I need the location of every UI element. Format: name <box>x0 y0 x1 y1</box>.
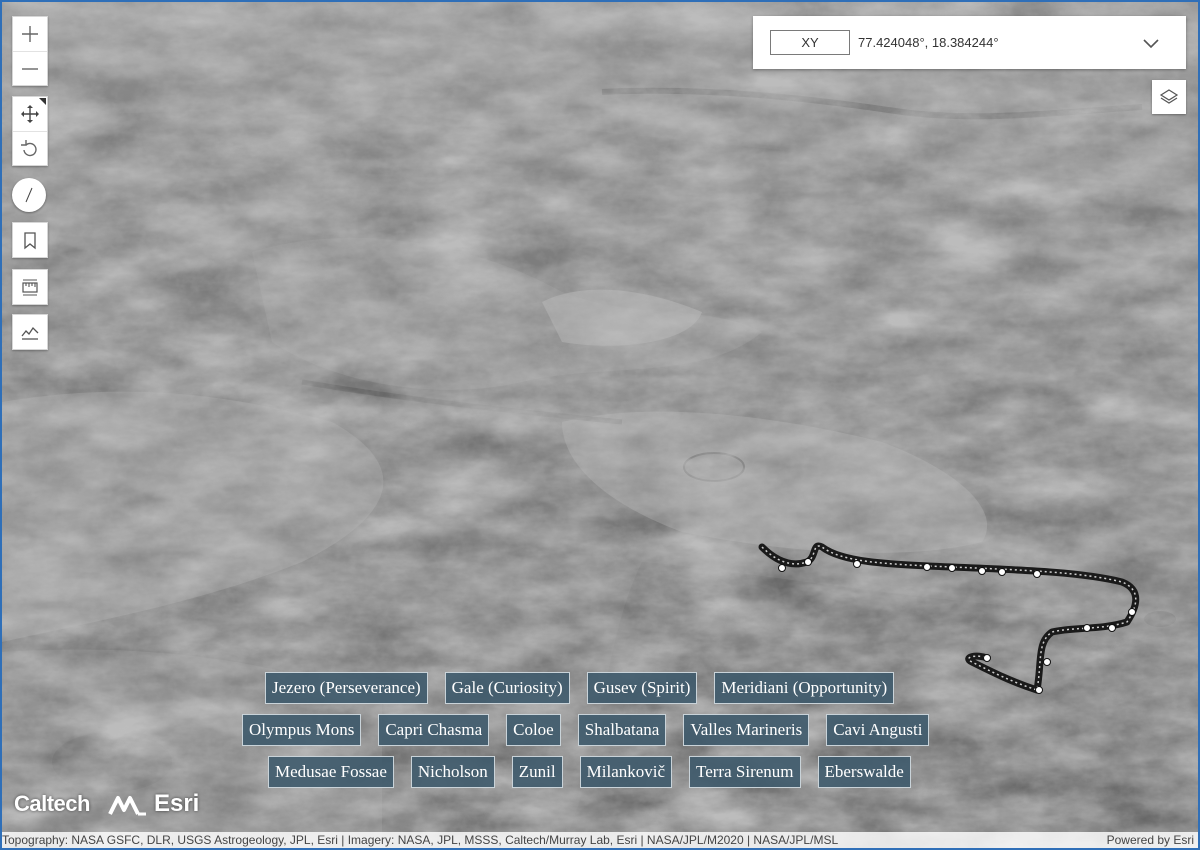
attribution-bar: Topography: NASA GSFC, DLR, USGS Astroge… <box>2 832 1198 848</box>
location-row-2: Olympus Mons Capri Chasma Coloe Shalbata… <box>242 714 946 746</box>
chevron-down-icon <box>1143 39 1159 49</box>
compass-button[interactable] <box>12 178 46 212</box>
waypoint-marker[interactable] <box>778 564 786 572</box>
minus-icon <box>22 67 38 70</box>
navigation-toggle <box>12 96 48 166</box>
waypoint-marker[interactable] <box>1083 624 1091 632</box>
measure-button[interactable] <box>13 270 47 304</box>
caltech-logo: Caltech <box>14 791 90 816</box>
location-row-3: Medusae Fossae Nicholson Zunil Milankovi… <box>268 756 928 788</box>
plus-icon <box>22 26 38 42</box>
esri-logo: Esri <box>153 790 200 817</box>
layers-icon <box>1159 89 1179 104</box>
location-gusev-button[interactable]: Gusev (Spirit) <box>586 672 698 704</box>
attribution-text[interactable]: Topography: NASA GSFC, DLR, USGS Astroge… <box>2 833 1097 847</box>
waypoint-marker[interactable] <box>978 567 986 575</box>
location-eberswalde-button[interactable]: Eberswalde <box>817 756 911 788</box>
location-gale-button[interactable]: Gale (Curiosity) <box>444 672 570 704</box>
expand-coordinates-button[interactable] <box>1140 32 1162 54</box>
location-terra-sirenum-button[interactable]: Terra Sirenum <box>689 756 801 788</box>
zoom-in-button[interactable] <box>13 17 47 51</box>
waypoint-marker[interactable] <box>923 563 931 571</box>
coordinate-format-select[interactable]: XY <box>770 30 850 55</box>
layer-list-button[interactable] <box>1152 80 1186 114</box>
rotate-icon <box>21 139 37 156</box>
bookmark-icon <box>24 232 36 250</box>
location-shalbatana-button[interactable]: Shalbatana <box>577 714 667 746</box>
location-row-1: Jezero (Perseverance) Gale (Curiosity) G… <box>265 672 911 704</box>
measure-icon <box>22 279 38 296</box>
location-zunil-button[interactable]: Zunil <box>511 756 563 788</box>
bookmarks-button[interactable] <box>13 223 47 257</box>
powered-by-link[interactable]: Powered by Esri <box>1097 833 1198 847</box>
partner-logos: Caltech Esri <box>14 790 199 818</box>
map-view[interactable]: XY 77.424048°, 18.384244° Jezero (Persev… <box>2 2 1198 848</box>
pan-move-icon <box>21 105 39 123</box>
waypoint-marker[interactable] <box>948 564 956 572</box>
location-nicholson-button[interactable]: Nicholson <box>410 756 495 788</box>
location-olympus-mons-button[interactable]: Olympus Mons <box>242 714 362 746</box>
waypoint-marker[interactable] <box>1108 624 1116 632</box>
elevation-profile-control <box>12 314 48 350</box>
location-medusae-fossae-button[interactable]: Medusae Fossae <box>268 756 394 788</box>
waypoint-marker[interactable] <box>998 568 1006 576</box>
zoom-controls <box>12 16 48 86</box>
waypoint-marker[interactable] <box>853 560 861 568</box>
location-capri-chasma-button[interactable]: Capri Chasma <box>378 714 490 746</box>
location-jezero-button[interactable]: Jezero (Perseverance) <box>265 672 428 704</box>
bookmarks-control <box>12 222 48 258</box>
elevation-profile-icon <box>21 326 39 340</box>
waypoint-marker[interactable] <box>1043 658 1051 666</box>
location-milankovic-button[interactable]: Milankovič <box>579 756 673 788</box>
esri-mark-icon <box>108 796 146 816</box>
waypoint-marker[interactable] <box>804 558 812 566</box>
compass-icon <box>25 187 33 203</box>
elevation-profile-button[interactable] <box>13 315 47 349</box>
rotate-button[interactable] <box>13 131 47 165</box>
location-coloe-button[interactable]: Coloe <box>506 714 561 746</box>
location-meridiani-button[interactable]: Meridiani (Opportunity) <box>714 672 895 704</box>
measure-control <box>12 269 48 305</box>
waypoint-marker[interactable] <box>1033 570 1041 578</box>
location-valles-marineris-button[interactable]: Valles Marineris <box>683 714 810 746</box>
zoom-out-button[interactable] <box>13 51 47 85</box>
coordinate-value: 77.424048°, 18.384244° <box>858 35 999 50</box>
coordinate-conversion-panel: XY 77.424048°, 18.384244° <box>753 16 1186 69</box>
active-indicator <box>39 98 46 105</box>
waypoint-marker[interactable] <box>1035 686 1043 694</box>
pan-button[interactable] <box>13 97 47 131</box>
location-cavi-angusti-button[interactable]: Cavi Angusti <box>826 714 930 746</box>
waypoint-marker[interactable] <box>983 654 991 662</box>
waypoint-marker[interactable] <box>1128 608 1136 616</box>
